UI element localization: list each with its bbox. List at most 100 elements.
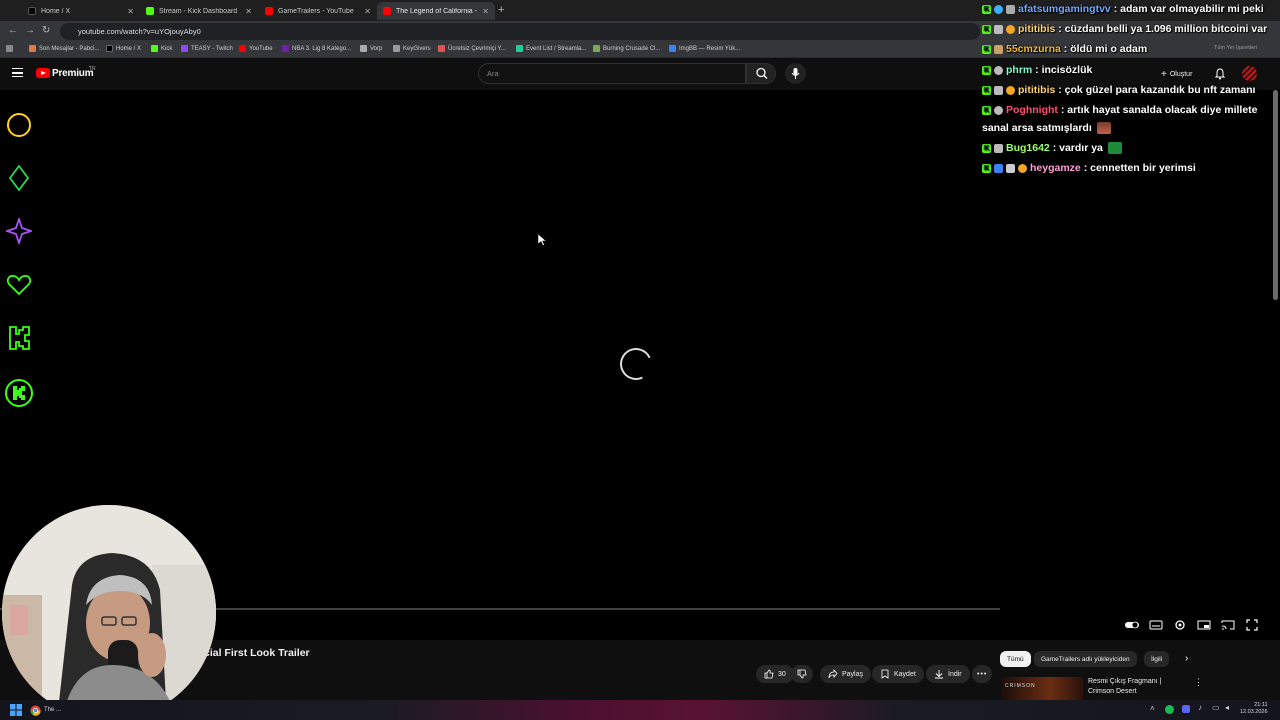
browser-tab[interactable]: GameTrailers - YouTube ✕ bbox=[259, 2, 377, 20]
emote-badge-icon bbox=[994, 44, 1003, 54]
miniplayer-icon[interactable] bbox=[1197, 619, 1211, 631]
emote-icon bbox=[1096, 122, 1111, 134]
chat-message: K pititibis : cüzdanı belli ya 1.096 mil… bbox=[982, 23, 1267, 35]
apps-icon[interactable] bbox=[6, 45, 16, 52]
chip-all[interactable]: Tümü bbox=[1000, 651, 1031, 667]
chip-related[interactable]: İlgili bbox=[1144, 651, 1170, 667]
cast-icon[interactable] bbox=[1221, 619, 1235, 631]
new-tab-button[interactable]: + bbox=[498, 4, 504, 16]
network-icon[interactable]: ▭ bbox=[1212, 703, 1220, 712]
windows-start-icon[interactable] bbox=[10, 704, 22, 716]
related-video-thumbnail[interactable]: CRIMSON bbox=[1001, 677, 1083, 701]
emote-badge-icon bbox=[1006, 163, 1015, 173]
bookmark[interactable]: NBA 3. Lig 8 Katego... bbox=[282, 45, 351, 52]
youtube-logo-icon[interactable] bbox=[36, 68, 50, 78]
mic-tray-icon[interactable]: ♪ bbox=[1198, 703, 1202, 712]
spotify-icon[interactable] bbox=[1165, 705, 1174, 714]
browser-tab[interactable]: Home / X ✕ bbox=[22, 2, 140, 20]
voice-search-button[interactable] bbox=[785, 63, 806, 84]
notifications-bell-icon[interactable] bbox=[1214, 68, 1226, 80]
video-title: cial First Look Trailer bbox=[204, 647, 310, 659]
browser-tab[interactable]: Stream - Kick Dashboard ✕ bbox=[140, 2, 258, 20]
emote-badge-icon bbox=[994, 85, 1003, 95]
close-icon[interactable]: ✕ bbox=[127, 7, 134, 16]
all-bookmarks[interactable]: Tüm Yer İşaretleri bbox=[1214, 45, 1257, 51]
download-icon bbox=[935, 670, 943, 679]
settings-gear-icon[interactable] bbox=[1173, 619, 1187, 631]
search-button[interactable] bbox=[746, 63, 776, 84]
bookmark[interactable]: YouTube bbox=[239, 45, 273, 52]
bookmark[interactable]: Kick bbox=[151, 45, 172, 52]
volume-icon[interactable]: ◂ bbox=[1225, 703, 1229, 712]
coin-badge-icon bbox=[1006, 24, 1015, 34]
bookmark[interactable]: ImgBB — Resim Yük... bbox=[669, 45, 740, 52]
mod-badge-icon bbox=[994, 163, 1003, 173]
kick-badge-icon bbox=[5, 379, 33, 407]
more-actions-button[interactable]: ••• bbox=[972, 665, 993, 683]
search-input[interactable]: Ara bbox=[478, 63, 746, 84]
emote-badge-icon bbox=[1006, 4, 1015, 14]
chat-username: Poghnight bbox=[1006, 104, 1058, 116]
bookmark[interactable]: TEASY - Twitch bbox=[181, 45, 233, 52]
tray-chevron-icon[interactable]: ˄ bbox=[1150, 704, 1155, 713]
chat-text: : adam var olmayabilir mi peki bbox=[1113, 3, 1264, 15]
chat-message: K phrm : incisözlük bbox=[982, 64, 1092, 76]
circle-icon bbox=[7, 113, 31, 137]
subtitles-icon[interactable] bbox=[1149, 619, 1163, 631]
discord-icon[interactable] bbox=[1182, 705, 1190, 713]
autoplay-toggle-icon[interactable] bbox=[1124, 619, 1140, 631]
bookmark[interactable]: Son Mesajlar - Pabci... bbox=[29, 45, 99, 52]
more-vert-icon[interactable]: ⋮ bbox=[1194, 677, 1203, 688]
bookmark[interactable]: KeyGivers bbox=[393, 45, 431, 52]
back-icon[interactable]: ← bbox=[8, 25, 18, 36]
close-icon[interactable]: ✕ bbox=[482, 7, 489, 16]
forward-icon[interactable]: → bbox=[25, 25, 35, 36]
related-video-title[interactable]: Resmi Çıkış Fragmanı | Crimson Desert bbox=[1088, 677, 1188, 697]
plus-icon: + bbox=[1161, 68, 1167, 80]
chevron-right-icon[interactable]: › bbox=[1185, 653, 1188, 664]
browser-tab-active[interactable]: The Legend of California - Offi...✕ bbox=[377, 2, 495, 20]
url-field[interactable]: youtube.com/watch?v=uYOjouyAby0 bbox=[60, 23, 980, 40]
emote-badge-icon bbox=[994, 105, 1003, 115]
brand-label[interactable]: Premium bbox=[52, 68, 94, 79]
close-icon[interactable]: ✕ bbox=[245, 7, 252, 16]
create-button[interactable]: + Oluştur bbox=[1155, 66, 1198, 82]
chat-text: : incisözlük bbox=[1035, 64, 1093, 76]
bookmark[interactable]: Home / X bbox=[106, 45, 141, 52]
kick-badge-icon: K bbox=[982, 4, 991, 14]
loading-spinner bbox=[615, 343, 657, 385]
chat-message: K Poghnight : artık hayat sanalda olacak… bbox=[982, 104, 1258, 116]
system-clock[interactable]: 21:11 12.03.2026 bbox=[1240, 702, 1268, 716]
chat-username: 55cmzurna bbox=[1006, 43, 1061, 55]
share-button[interactable]: Paylaş bbox=[820, 665, 872, 683]
account-avatar[interactable] bbox=[1242, 66, 1257, 81]
chat-text: sanal arsa satmışlardı bbox=[982, 122, 1092, 134]
save-button[interactable]: Kaydet bbox=[872, 665, 924, 683]
fullscreen-icon[interactable] bbox=[1245, 619, 1259, 631]
scrollbar[interactable] bbox=[1273, 90, 1278, 300]
kick-badge-icon: K bbox=[982, 24, 991, 34]
bookmark[interactable]: Ücretsiz Çevrimiçi Y... bbox=[438, 45, 506, 52]
kick-icon bbox=[146, 7, 154, 15]
chat-text: : çok güzel para kazandık bu nft zamanı bbox=[1058, 84, 1256, 96]
bookmark[interactable]: Vorp bbox=[360, 45, 382, 52]
dislike-button[interactable] bbox=[791, 665, 813, 683]
close-icon[interactable]: ✕ bbox=[364, 7, 371, 16]
kick-badge-icon: K bbox=[982, 65, 991, 75]
emote-badge-icon bbox=[994, 143, 1003, 153]
chat-message: K heygamze : cennetten bir yerimsi bbox=[982, 162, 1196, 174]
kick-logo-icon bbox=[9, 326, 30, 350]
reload-icon[interactable]: ↻ bbox=[42, 25, 50, 36]
chip-uploader[interactable]: GameTrailers adlı yükleyiciden bbox=[1034, 651, 1137, 667]
chat-message: K Bug1642 : vardır ya bbox=[982, 142, 1122, 154]
chat-username: pititibis bbox=[1018, 23, 1056, 35]
chat-text: : vardır ya bbox=[1052, 142, 1103, 154]
mouse-cursor-icon bbox=[538, 234, 547, 246]
chat-message: K 55cmzurna : öldü mi o adam bbox=[982, 43, 1147, 55]
menu-icon[interactable] bbox=[12, 68, 23, 77]
like-button[interactable]: 30 bbox=[756, 665, 794, 683]
download-button[interactable]: İndir bbox=[926, 665, 970, 683]
taskbar-chrome[interactable]: The ... bbox=[30, 702, 68, 718]
bookmark[interactable]: Burning Crusade Cl... bbox=[593, 45, 660, 52]
bookmark[interactable]: Event List / Streamla... bbox=[516, 45, 586, 52]
